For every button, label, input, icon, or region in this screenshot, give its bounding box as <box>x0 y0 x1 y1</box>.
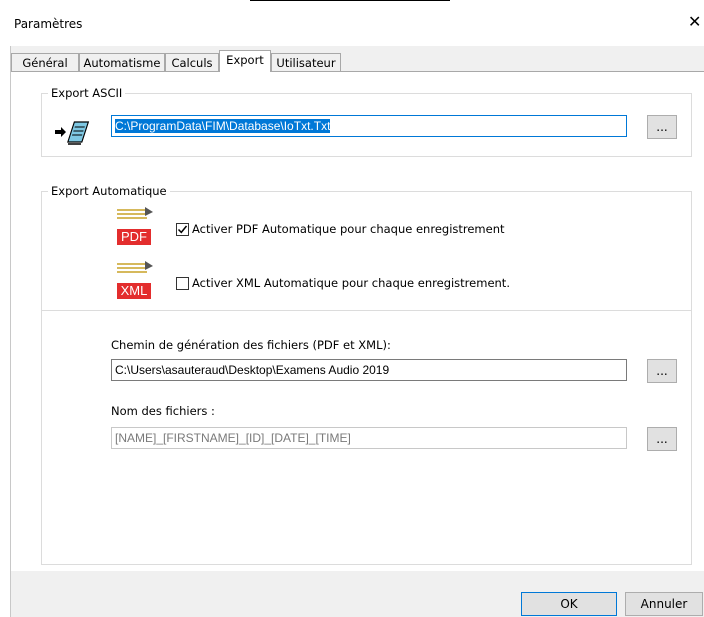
check-icon <box>177 225 188 234</box>
export-ascii-label: Export ASCII <box>48 86 126 100</box>
export-ascii-icon <box>55 121 90 145</box>
export-ascii-browse-button[interactable]: ... <box>647 115 677 139</box>
settings-dialog: Général Automatisme Calculs Export Utili… <box>10 46 704 617</box>
file-names-browse-button[interactable]: ... <box>647 427 677 451</box>
output-path-label: Chemin de génération des fichiers (PDF e… <box>111 338 391 352</box>
close-icon[interactable]: ✕ <box>688 14 701 30</box>
pdf-lines-icon <box>117 207 153 219</box>
section-divider <box>42 310 691 311</box>
output-path-input[interactable]: C:\Users\asauteraud\Desktop\Examens Audi… <box>111 359 627 381</box>
tab-calculs[interactable]: Calculs <box>165 53 219 71</box>
file-names-label: Nom des fichiers : <box>111 404 215 418</box>
tab-automatisme[interactable]: Automatisme <box>79 53 165 71</box>
file-names-input[interactable]: [NAME]_[FIRSTNAME]_[ID]_[DATE]_[TIME] <box>111 427 627 449</box>
export-auto-label: Export Automatique <box>48 184 170 198</box>
xml-icon: XML <box>117 283 151 299</box>
xml-lines-icon <box>117 261 153 273</box>
ok-button[interactable]: OK <box>521 592 617 616</box>
export-ascii-path-text: C:\ProgramData\FIM\Database\IoTxt.Txt <box>115 119 331 133</box>
tab-general[interactable]: Général <box>11 53 79 71</box>
pdf-icon: PDF <box>117 229 151 245</box>
export-panel: Export ASCII C:\ProgramData\FIM\Database… <box>11 71 704 572</box>
output-path-browse-button[interactable]: ... <box>647 359 677 383</box>
xml-auto-label: Activer XML Automatique pour chaque enre… <box>192 276 510 290</box>
tab-utilisateur[interactable]: Utilisateur <box>271 53 341 71</box>
title-bar: Paramètres ✕ <box>0 0 704 46</box>
xml-auto-checkbox[interactable] <box>176 277 189 290</box>
pdf-auto-checkbox[interactable] <box>176 223 189 236</box>
dialog-footer: OK Annuler <box>11 571 704 617</box>
tab-export[interactable]: Export <box>219 50 271 72</box>
export-ascii-path-input[interactable]: C:\ProgramData\FIM\Database\IoTxt.Txt <box>111 115 627 137</box>
window-title: Paramètres <box>14 17 83 31</box>
pdf-auto-label: Activer PDF Automatique pour chaque enre… <box>192 222 505 236</box>
cancel-button[interactable]: Annuler <box>625 592 703 616</box>
